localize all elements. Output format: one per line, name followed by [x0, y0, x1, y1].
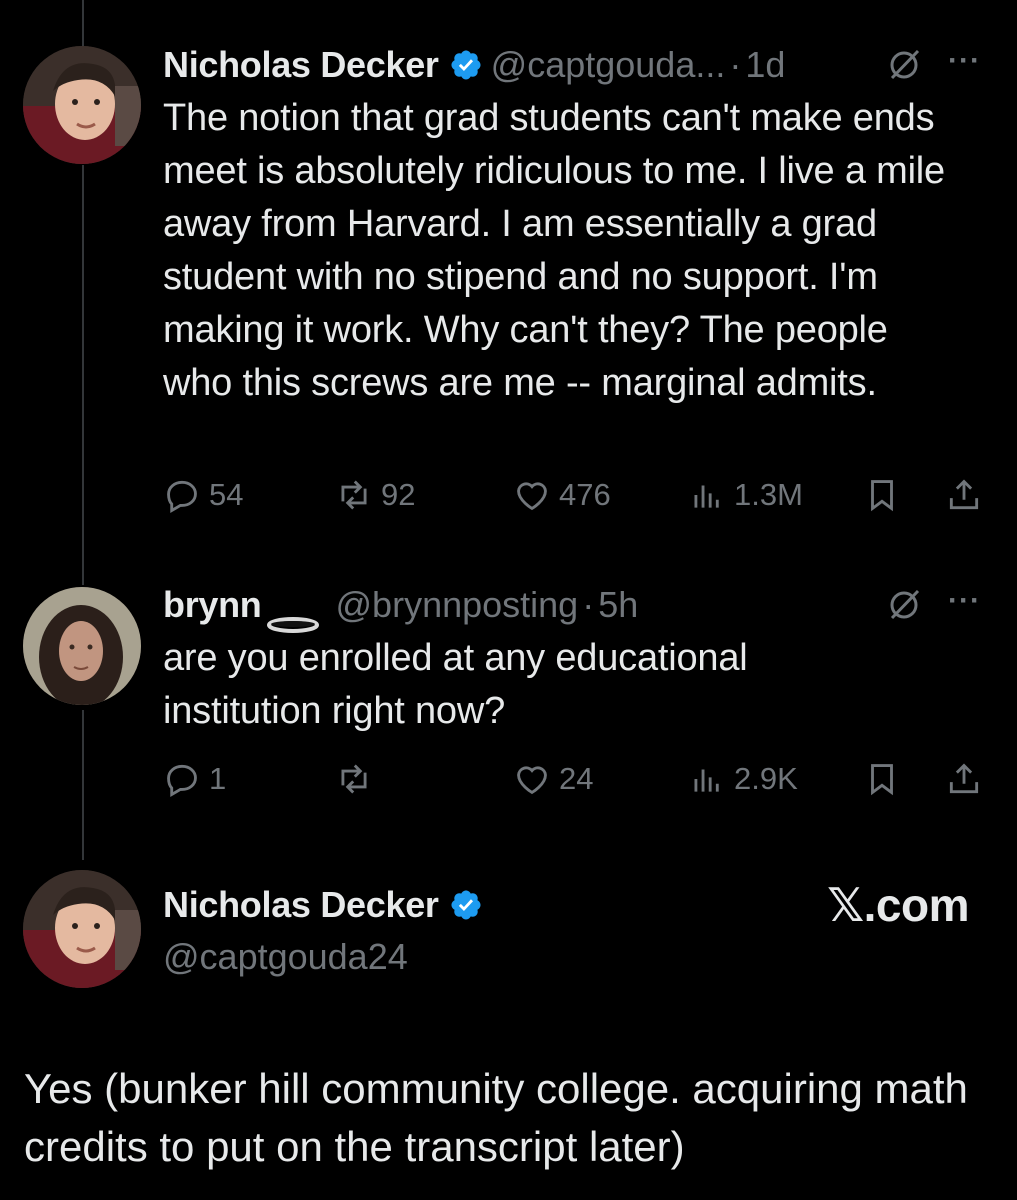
avatar[interactable] [23, 587, 141, 705]
repost-icon [341, 764, 367, 794]
reply-count: 54 [209, 477, 244, 512]
analytics-icon [694, 769, 719, 792]
tweet-actions: 1 24 2.9K [163, 760, 993, 800]
reply-icon [167, 764, 197, 797]
like-count: 476 [559, 477, 611, 512]
author-name[interactable]: Nicholas Decker [163, 884, 439, 926]
thread-line [82, 710, 84, 860]
reply-button[interactable]: 1 [163, 760, 226, 798]
timestamp[interactable]: 5h [598, 584, 638, 626]
brand-logo: 𝕏.com [827, 879, 969, 931]
reply-button[interactable]: 54 [163, 476, 243, 514]
author-handle[interactable]: @brynnposting [336, 584, 579, 626]
tweet-text: are you enrolled at any educational inst… [163, 637, 748, 732]
tweet-header: Nicholas Decker @captgouda... · 1d [163, 44, 785, 86]
bookmark-button[interactable] [863, 760, 909, 798]
views-button[interactable]: 1.3M [688, 476, 803, 514]
more-options-icon[interactable]: ··· [948, 584, 981, 618]
like-button[interactable]: 476 [513, 476, 611, 514]
author-name[interactable]: brynn [163, 584, 262, 626]
tweet-header: brynn @brynnposting · 5h [163, 584, 638, 633]
heart-icon [517, 482, 547, 511]
repost-count: 92 [381, 477, 416, 512]
halo-emoji-icon [266, 602, 320, 633]
repost-button[interactable]: 92 [335, 476, 415, 514]
tweet-header: @captgouda24 [163, 936, 408, 978]
bookmark-icon [871, 480, 893, 512]
like-count: 24 [559, 761, 594, 796]
share-button[interactable] [945, 760, 991, 798]
like-button[interactable]: 24 [513, 760, 593, 798]
repost-button[interactable] [335, 760, 381, 798]
analytics-icon [694, 485, 719, 508]
tweet-header: Nicholas Decker [163, 884, 491, 926]
avatar[interactable] [23, 46, 141, 164]
author-name[interactable]: Nicholas Decker [163, 44, 439, 86]
share-icon [949, 763, 979, 794]
more-options-icon[interactable]: ··· [948, 44, 981, 78]
grok-icon[interactable] [886, 47, 922, 83]
repost-icon [341, 480, 367, 510]
tweet-text: Yes (bunker hill community college. acqu… [24, 1065, 968, 1170]
verified-badge-icon [449, 888, 483, 922]
view-count: 1.3M [734, 477, 803, 512]
heart-icon [517, 766, 547, 795]
views-button[interactable]: 2.9K [688, 760, 798, 798]
separator-dot: · [582, 584, 595, 625]
view-count: 2.9K [734, 761, 798, 796]
avatar[interactable] [23, 870, 141, 988]
separator-dot: · [729, 44, 742, 85]
reply-icon [167, 480, 197, 513]
verified-badge-icon [449, 48, 483, 82]
tweet-text: The notion that grad students can't make… [163, 97, 945, 404]
thread-line [82, 165, 84, 585]
author-handle[interactable]: @captgouda... [491, 44, 726, 86]
timestamp[interactable]: 1d [745, 44, 785, 86]
reply-count: 1 [209, 761, 227, 796]
bookmark-icon [871, 764, 893, 796]
share-icon [949, 479, 979, 510]
bookmark-button[interactable] [863, 476, 909, 514]
thread-line [82, 0, 84, 48]
tweet-actions: 54 92 476 1.3M [163, 476, 993, 516]
share-button[interactable] [945, 476, 991, 514]
author-handle[interactable]: @captgouda24 [163, 936, 408, 978]
grok-icon[interactable] [886, 587, 922, 623]
